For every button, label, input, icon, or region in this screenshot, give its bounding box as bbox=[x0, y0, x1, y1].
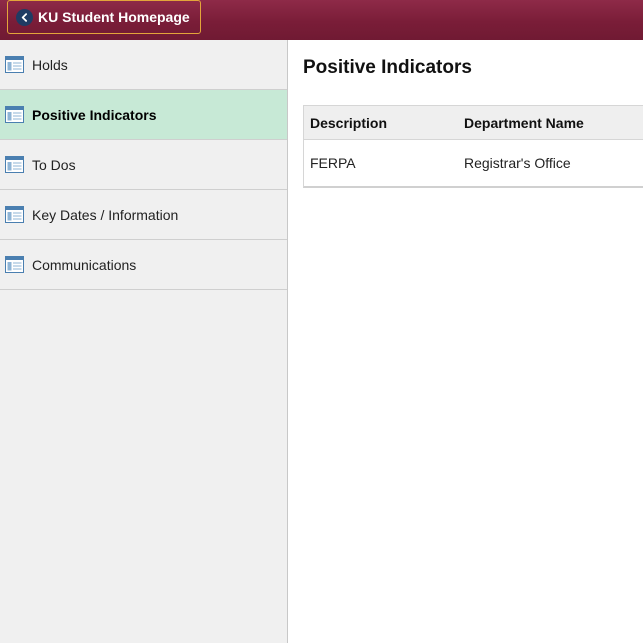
sidebar-item-communications[interactable]: Communications bbox=[0, 240, 287, 290]
sidebar-nav: Holds Positive Indicators To Dos Key Dat… bbox=[0, 40, 288, 643]
list-window-icon bbox=[5, 56, 24, 73]
sidebar-item-label: Communications bbox=[32, 256, 137, 273]
sidebar-item-holds[interactable]: Holds bbox=[0, 40, 287, 90]
cell-description: FERPA bbox=[310, 155, 356, 171]
list-window-icon bbox=[5, 256, 24, 273]
list-window-icon bbox=[5, 156, 24, 173]
chevron-left-icon bbox=[16, 8, 33, 26]
cell-department-name: Registrar's Office bbox=[464, 155, 571, 171]
back-button-label: KU Student Homepage bbox=[38, 9, 190, 25]
list-window-icon bbox=[5, 106, 24, 123]
list-window-icon bbox=[5, 206, 24, 223]
sidebar-item-to-dos[interactable]: To Dos bbox=[0, 140, 287, 190]
main-content: Positive Indicators Description Departme… bbox=[288, 40, 643, 643]
table-row: FERPA Registrar's Office bbox=[304, 140, 643, 186]
back-to-homepage-button[interactable]: KU Student Homepage bbox=[7, 0, 201, 34]
top-header-bar: KU Student Homepage bbox=[0, 0, 643, 40]
column-header-department-name: Department Name bbox=[464, 114, 584, 131]
table-header-row: Description Department Name bbox=[304, 106, 643, 140]
positive-indicators-table: Description Department Name FERPA Regist… bbox=[303, 105, 643, 188]
sidebar-item-label: To Dos bbox=[32, 156, 76, 173]
page-title: Positive Indicators bbox=[303, 57, 472, 78]
sidebar-item-label: Key Dates / Information bbox=[32, 206, 179, 223]
sidebar-item-positive-indicators[interactable]: Positive Indicators bbox=[0, 90, 287, 140]
sidebar-item-label: Positive Indicators bbox=[32, 106, 157, 123]
sidebar-item-key-dates[interactable]: Key Dates / Information bbox=[0, 190, 287, 240]
sidebar-item-label: Holds bbox=[32, 56, 68, 73]
column-header-description: Description bbox=[310, 114, 388, 131]
